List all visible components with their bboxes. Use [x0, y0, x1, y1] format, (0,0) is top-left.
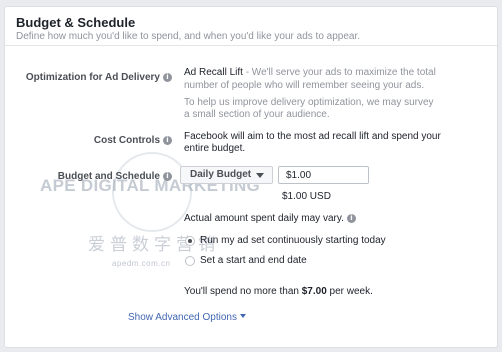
- optimization-desc-1: - We'll serve your ads to maximize the t…: [242, 67, 436, 78]
- info-icon[interactable]: i: [163, 136, 172, 145]
- info-icon[interactable]: i: [163, 172, 172, 181]
- budget-label-text: Budget and Schedule: [57, 171, 160, 182]
- panel-subtitle: Define how much you'd like to spend, and…: [16, 31, 361, 42]
- budget-amount-input[interactable]: [278, 166, 369, 184]
- spend-prefix: You'll spend no more than: [184, 286, 302, 297]
- info-icon[interactable]: i: [346, 214, 356, 223]
- optimization-desc-2: number of people who will remember seein…: [184, 80, 425, 91]
- optimization-goal: Ad Recall Lift: [184, 67, 243, 78]
- budget-type-value: Daily Budget: [190, 169, 252, 180]
- spend-amount: $7.00: [301, 286, 327, 297]
- optimization-value: Ad Recall Lift - We'll serve your ads to…: [184, 67, 436, 79]
- optimization-label-text: Optimization for Ad Delivery: [25, 72, 160, 83]
- advanced-options-label: Show Advanced Options: [128, 312, 237, 323]
- cost-controls-label: Cost Controls i: [94, 135, 172, 146]
- radio-run-continuously[interactable]: [185, 236, 195, 246]
- budget-label: Budget and Schedule i: [58, 171, 172, 182]
- show-advanced-options-link[interactable]: Show Advanced Options: [128, 312, 246, 323]
- start-end-date-label[interactable]: Set a start and end date: [200, 255, 307, 267]
- budget-amount-currency: $1.00 USD: [282, 191, 331, 202]
- caret-down-icon: [256, 173, 264, 178]
- radio-start-end-date[interactable]: [185, 256, 195, 266]
- cost-controls-line-1: Facebook will aim to the most ad recall …: [184, 131, 441, 142]
- cost-controls-label-text: Cost Controls: [93, 135, 160, 146]
- run-continuously-label[interactable]: Run my ad set continuously starting toda…: [200, 235, 386, 247]
- budget-note: Actual amount spent daily may vary. i: [184, 213, 356, 225]
- spend-summary: You'll spend no more than $7.00 per week…: [184, 286, 373, 298]
- spend-suffix: per week.: [326, 286, 373, 297]
- budget-type-dropdown[interactable]: Daily Budget: [180, 166, 273, 184]
- chevron-down-icon: [239, 314, 246, 318]
- watermark-domain: apedm.com.cn: [112, 259, 171, 268]
- panel-title: Budget & Schedule: [16, 15, 136, 30]
- optimization-note-1: To help us improve delivery optimization…: [184, 97, 434, 108]
- optimization-note-2: a small section of your audience.: [184, 109, 330, 120]
- cost-controls-line-2: entire budget.: [184, 143, 246, 154]
- optimization-label: Optimization for Ad Delivery i: [26, 72, 172, 83]
- budget-note-text: Actual amount spent daily may vary.: [184, 213, 344, 224]
- panel-header: Budget & Schedule Define how much you'd …: [5, 7, 497, 46]
- info-icon[interactable]: i: [163, 73, 172, 82]
